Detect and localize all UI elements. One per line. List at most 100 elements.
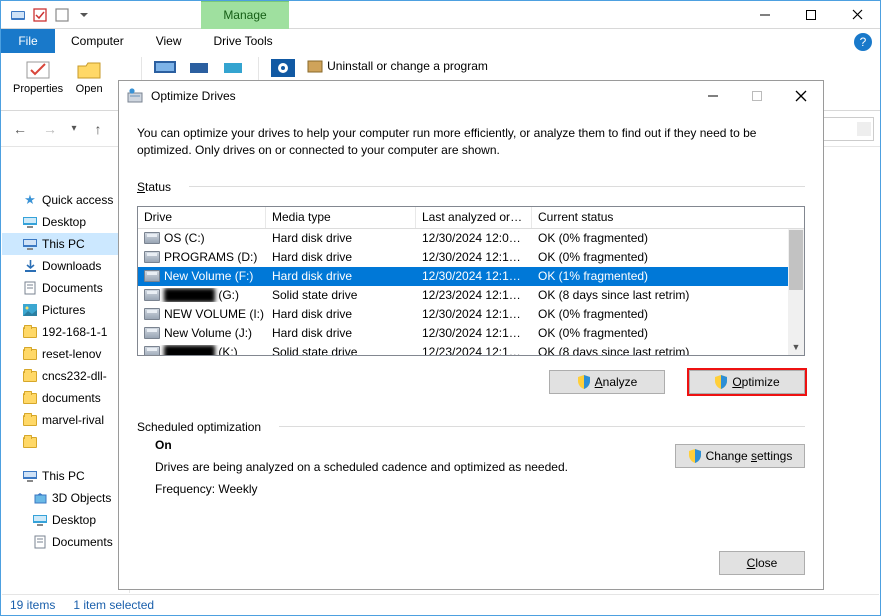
qat-dropdown-icon[interactable] [73,4,95,26]
dialog-close[interactable] [779,81,823,111]
qat-new-folder-icon[interactable] [51,4,73,26]
tree-this-pc[interactable]: This PC [2,465,129,487]
nav-recent[interactable]: ▾ [67,116,81,142]
drive-last: 12/23/2024 12:14 P... [416,288,532,302]
drive-row[interactable]: New Volume (J:)Hard disk drive12/30/2024… [138,324,788,343]
add-location-icon[interactable] [220,57,248,79]
close-button[interactable]: Close [719,551,805,575]
drive-row[interactable]: ██████ (G:)Solid state drive12/23/2024 1… [138,286,788,305]
shield-icon [714,375,728,389]
close-button[interactable] [834,1,880,29]
shield-icon [688,449,702,463]
tree-item[interactable]: marvel-rival [2,409,129,431]
tree-label: Quick access [42,193,113,207]
drive-media: Solid state drive [266,288,416,302]
tree-item[interactable]: Pictures [2,299,129,321]
drive-list-header[interactable]: Drive Media type Last analyzed or o... C… [138,207,804,229]
drive-status: OK (8 days since last retrim) [532,345,788,355]
qat-properties-icon[interactable] [29,4,51,26]
nav-forward[interactable]: → [37,116,63,142]
minimize-button[interactable] [742,1,788,29]
tab-view[interactable]: View [140,29,198,53]
drive-name: PROGRAMS (D:) [164,250,257,264]
status-section-label: Status [137,180,805,194]
nav-tree[interactable]: ★ Quick access DesktopThis PCDownloadsDo… [2,149,130,593]
uninstall-label: Uninstall or change a program [327,59,488,73]
scroll-down-icon[interactable]: ▼ [788,339,804,355]
folder-icon [22,324,38,340]
tree-item-label: 3D Objects [52,491,111,505]
map-drive-icon[interactable] [186,57,214,79]
maximize-button[interactable] [788,1,834,29]
tree-item-label: 192-168-1-1 [42,325,107,339]
analyze-button[interactable]: Analyze [549,370,665,394]
dialog-maximize [735,81,779,111]
drive-media: Hard disk drive [266,269,416,283]
optimize-button[interactable]: Optimize [689,370,805,394]
folder-icon [32,490,48,506]
ribbon-open[interactable]: Open [71,57,107,97]
tree-item[interactable]: 3D Objects [2,487,129,509]
change-settings-button[interactable]: Change settings [675,444,805,468]
drive-row[interactable]: ██████ (K:)Solid state drive12/23/2024 1… [138,343,788,355]
settings-icon[interactable] [269,57,297,79]
star-icon: ★ [22,192,38,208]
dialog-minimize[interactable] [691,81,735,111]
drive-media: Hard disk drive [266,231,416,245]
app-icon[interactable] [7,4,29,26]
ribbon-uninstall-link[interactable]: Uninstall or change a program [303,57,492,75]
dialog-title-bar: Optimize Drives [119,81,823,111]
shield-icon [577,375,591,389]
col-last[interactable]: Last analyzed or o... [416,207,532,228]
drive-list[interactable]: Drive Media type Last analyzed or o... C… [137,206,805,356]
tab-drive-tools[interactable]: Drive Tools [201,29,284,53]
tree-item-label: marvel-rival [42,413,104,427]
col-media[interactable]: Media type [266,207,416,228]
drive-icon [144,346,160,355]
drive-row[interactable]: OS (C:)Hard disk drive12/30/2024 12:01 P… [138,229,788,248]
properties-icon [24,59,52,81]
drive-name: ██████ (K:) [164,345,238,355]
tree-item[interactable] [2,431,129,453]
drive-name: New Volume (J:) [164,326,252,340]
tree-label: This PC [42,469,85,483]
dialog-icon [127,88,143,104]
tree-item[interactable]: Desktop [2,509,129,531]
col-status[interactable]: Current status [532,207,804,228]
folder-icon [32,534,48,550]
tree-item[interactable]: 192-168-1-1 [2,321,129,343]
tree-item[interactable]: cncs232-dll- [2,365,129,387]
drive-row[interactable]: New Volume (F:)Hard disk drive12/30/2024… [138,267,788,286]
network-icon[interactable] [152,57,180,79]
tree-item[interactable]: This PC [2,233,129,255]
drive-media: Solid state drive [266,345,416,355]
tree-item[interactable]: documents [2,387,129,409]
tree-quick-access[interactable]: ★ Quick access [2,189,129,211]
list-scrollbar[interactable]: ▲ ▼ [788,229,804,355]
tree-item-label: Documents [42,281,103,295]
tree-item[interactable]: reset-lenov [2,343,129,365]
folder-icon [22,368,38,384]
ribbon-tabs: File Computer View Drive Tools [1,29,880,53]
tree-item[interactable]: Documents [2,531,129,553]
downloads-icon [22,258,38,274]
scroll-thumb[interactable] [789,230,803,290]
tree-item[interactable]: Desktop [2,211,129,233]
ribbon-properties[interactable]: Properties [9,57,67,97]
help-icon[interactable]: ? [854,33,872,51]
nav-back[interactable]: ← [7,116,33,142]
tab-computer[interactable]: Computer [55,29,140,53]
drive-row[interactable]: NEW VOLUME (I:)Hard disk drive12/30/2024… [138,305,788,324]
nav-up[interactable]: ↑ [85,116,111,142]
context-header-label: Manage [223,9,266,22]
file-tab[interactable]: File [1,29,55,53]
tree-item[interactable]: Downloads [2,255,129,277]
drive-row[interactable]: PROGRAMS (D:)Hard disk drive12/30/2024 1… [138,248,788,267]
drive-icon [144,270,160,282]
open-icon [75,59,103,81]
tree-item-label: reset-lenov [42,347,101,361]
tree-item[interactable]: Documents [2,277,129,299]
col-drive[interactable]: Drive [138,207,266,228]
ribbon-open-label: Open [76,83,103,95]
drive-last: 12/30/2024 12:01 P... [416,231,532,245]
